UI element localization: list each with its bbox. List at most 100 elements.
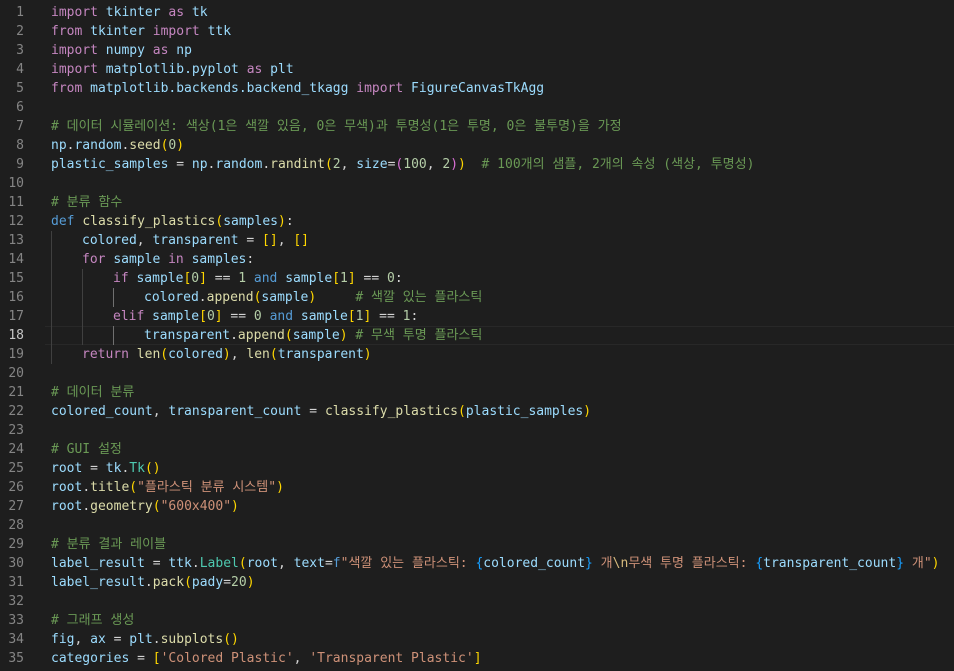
code-text[interactable]: transparent.append(sample) # 무색 투명 플라스틱 [144,326,482,345]
code-token: 20 [231,575,247,590]
line-number: 28 [8,518,24,533]
indent-guide [51,326,52,345]
code-line[interactable]: 25 root = tk.Tk() [0,459,954,478]
code-text[interactable]: import tkinter as tk [51,3,208,22]
code-line[interactable]: 29 # 분류 결과 레이블 [0,535,954,554]
code-token: fig [51,632,75,647]
code-text[interactable]: # GUI 설정 [51,440,122,459]
code-token: ax [90,632,106,647]
code-text[interactable]: root.geometry("600x400") [51,497,239,516]
code-token: import [51,5,98,20]
code-text[interactable]: return len(colored), len(transparent) [82,345,372,364]
code-token: import [51,43,98,58]
code-text[interactable]: import matplotlib.pyplot as plt [51,60,294,79]
code-token: ) [231,499,239,514]
line-number: 35 [8,651,24,666]
code-text[interactable]: # 분류 함수 [51,193,122,212]
code-line[interactable]: 4 import matplotlib.pyplot as plt [0,60,954,79]
indent-guide [51,288,52,307]
code-text[interactable]: root = tk.Tk() [51,459,161,478]
code-text[interactable]: colored.append(sample) # 색깔 있는 플라스틱 [144,288,482,307]
code-text[interactable]: # 그래프 생성 [51,611,134,630]
code-token: if [113,271,129,286]
code-line[interactable]: 3 import numpy as np [0,41,954,60]
code-text[interactable]: for sample in samples: [82,250,254,269]
code-line[interactable]: 19 return len(colored), len(transparent) [0,345,954,364]
code-line[interactable]: 30 label_result = ttk.Label(root, text=f"… [0,554,954,573]
code-line[interactable]: 17 elif sample[0] == 0 and sample[1] == 1… [0,307,954,326]
code-token: . [82,480,91,495]
code-text[interactable]: # 데이터 시뮬레이션: 색상(1은 색깔 있음, 0은 무색)과 투명성(1은… [51,117,622,136]
code-text[interactable]: np.random.seed(0) [51,136,184,155]
code-text[interactable]: # 데이터 분류 [51,383,134,402]
code-text[interactable]: root.title("플라스틱 분류 시스템") [51,478,284,497]
code-text[interactable]: plastic_samples = np.random.randint(2, s… [51,155,754,174]
code-token: = [223,575,232,590]
code-token: len [246,347,270,362]
code-line[interactable]: 14 for sample in samples: [0,250,954,269]
code-token: subplots [160,632,224,647]
code-token: = [144,556,169,571]
code-text[interactable]: from tkinter import ttk [51,22,231,41]
code-line[interactable]: 8 np.random.seed(0) [0,136,954,155]
code-text[interactable]: colored_count, transparent_count = class… [51,402,591,421]
indent-guide [82,326,83,345]
code-token: samples [191,252,247,267]
code-text[interactable]: label_result.pack(pady=20) [51,573,255,592]
code-line[interactable]: 6 [0,98,954,117]
code-line[interactable]: 10 [0,174,954,193]
code-token: . [191,556,200,571]
code-line[interactable]: 5 from matplotlib.backends.backend_tkagg … [0,79,954,98]
code-line[interactable]: 13 colored, transparent = [], [] [0,231,954,250]
code-token: tk [105,461,122,476]
code-line[interactable]: 15 if sample[0] == 1 and sample[1] == 0: [0,269,954,288]
code-token: , [230,347,247,362]
code-token: # 데이터 시뮬레이션: 색상(1은 색깔 있음, 0은 무색)과 투명성(1은… [51,119,622,134]
code-token: sample [285,271,333,286]
code-text[interactable]: categories = ['Colored Plastic', 'Transp… [51,649,482,668]
code-line[interactable]: 34 fig, ax = plt.subplots() [0,630,954,649]
code-text[interactable]: fig, ax = plt.subplots() [51,630,239,649]
code-line[interactable]: 20 [0,364,954,383]
code-token: ttk [168,556,192,571]
code-text[interactable]: colored, transparent = [], [] [82,231,309,250]
code-text[interactable]: def classify_plastics(samples): [51,212,294,231]
code-line[interactable]: 28 [0,516,954,535]
code-line[interactable]: 23 [0,421,954,440]
code-line[interactable]: 31 label_result.pack(pady=20) [0,573,954,592]
code-line[interactable]: 32 [0,592,954,611]
code-line[interactable]: 21 # 데이터 분류 [0,383,954,402]
code-line[interactable]: 2 from tkinter import ttk [0,22,954,41]
code-text[interactable]: label_result = ttk.Label(root, text=f"색깔… [51,554,939,573]
code-token: Label [199,556,239,571]
code-line[interactable]: 1 import tkinter as tk [0,3,954,22]
code-line[interactable]: 18 transparent.append(sample) # 무색 투명 플라스… [0,326,954,345]
code-token: ( [324,157,333,172]
code-token: ] [199,271,207,286]
code-line[interactable]: 7 # 데이터 시뮬레이션: 색상(1은 색깔 있음, 0은 무색)과 투명성(1… [0,117,954,136]
code-token: . [82,499,91,514]
code-line[interactable]: 11 # 분류 함수 [0,193,954,212]
code-editor[interactable]: 1 import tkinter as tk 2 from tkinter impor… [0,0,954,671]
code-line[interactable]: 33 # 그래프 생성 [0,611,954,630]
code-token: [ [347,309,356,324]
code-text[interactable]: if sample[0] == 1 and sample[1] == 0: [113,269,403,288]
code-line[interactable]: 26 root.title("플라스틱 분류 시스템") [0,478,954,497]
code-line[interactable]: 35 categories = ['Colored Plastic', 'Tran… [0,649,954,668]
code-line[interactable]: 12 def classify_plastics(samples): [0,212,954,231]
indent-guide [82,307,83,326]
code-line[interactable]: 22 colored_count, transparent_count = cla… [0,402,954,421]
code-text[interactable]: elif sample[0] == 0 and sample[1] == 1: [113,307,418,326]
code-line[interactable]: 9 plastic_samples = np.random.randint(2, … [0,155,954,174]
code-line[interactable]: 27 root.geometry("600x400") [0,497,954,516]
code-text[interactable]: # 분류 결과 레이블 [51,535,166,554]
code-line[interactable]: 16 colored.append(sample) # 색깔 있는 플라스틱 [0,288,954,307]
code-line[interactable]: 24 # GUI 설정 [0,440,954,459]
line-number: 26 [8,480,24,495]
code-text[interactable]: from matplotlib.backends.backend_tkagg i… [51,79,544,98]
code-text[interactable]: import numpy as np [51,41,192,60]
